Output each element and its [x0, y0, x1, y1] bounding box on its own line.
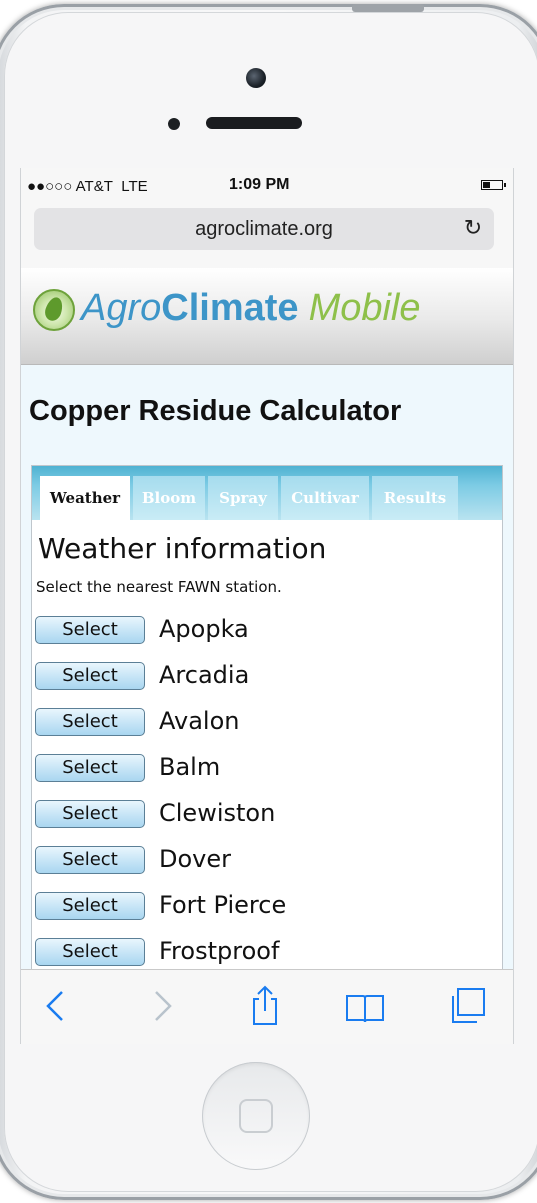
proximity-sensor — [168, 118, 180, 130]
station-name: Clewiston — [159, 799, 276, 827]
station-name: Fort Pierce — [159, 891, 287, 919]
calculator-panel: Weather Bloom Spray Cultivar Results Wea… — [31, 465, 503, 1044]
select-button[interactable]: Select — [35, 708, 145, 736]
back-icon[interactable] — [35, 984, 79, 1028]
tab-strip: Weather Bloom Spray Cultivar Results — [32, 466, 502, 520]
bookmarks-icon[interactable] — [343, 984, 387, 1028]
earpiece-speaker — [206, 117, 302, 129]
status-time: 1:09 PM — [229, 176, 290, 193]
browser-chrome: ●●○○○ AT&T LTE 1:09 PM agroclimate.org ↻ — [21, 168, 513, 268]
status-bar: ●●○○○ AT&T LTE 1:09 PM — [21, 168, 513, 204]
carrier-label: ●●○○○ AT&T — [27, 178, 113, 195]
network-label: LTE — [121, 178, 148, 195]
home-square-icon — [239, 1099, 273, 1133]
url-text[interactable]: agroclimate.org — [34, 218, 494, 241]
reload-icon[interactable]: ↻ — [462, 216, 484, 240]
tab-bloom[interactable]: Bloom — [133, 476, 205, 520]
power-button[interactable] — [352, 4, 424, 12]
home-button[interactable] — [202, 1062, 310, 1170]
browser-toolbar — [21, 969, 513, 1044]
share-icon[interactable] — [243, 984, 287, 1028]
station-name: Avalon — [159, 707, 240, 735]
select-button[interactable]: Select — [35, 846, 145, 874]
tab-spray[interactable]: Spray — [208, 476, 278, 520]
tab-weather[interactable]: Weather — [40, 476, 130, 520]
battery-icon — [481, 180, 506, 190]
station-name: Arcadia — [159, 661, 250, 689]
tab-cultivar[interactable]: Cultivar — [281, 476, 369, 520]
site-logo[interactable]: AgroClimate Mobile — [81, 284, 421, 332]
logo-agro: Agro — [81, 287, 162, 329]
front-camera-icon — [246, 68, 266, 88]
brand-header: AgroClimate Mobile — [21, 268, 513, 365]
select-button[interactable]: Select — [35, 938, 145, 966]
select-button[interactable]: Select — [35, 616, 145, 644]
station-name: Apopka — [159, 615, 249, 643]
phone-screen: ●●○○○ AT&T LTE 1:09 PM agroclimate.org ↻… — [20, 168, 514, 1044]
page-content: Copper Residue Calculator Weather Bloom … — [21, 365, 513, 1044]
tab-results[interactable]: Results — [372, 476, 458, 520]
tabs-icon[interactable] — [445, 984, 489, 1028]
station-name: Dover — [159, 845, 231, 873]
station-name: Balm — [159, 753, 221, 781]
section-heading: Weather information — [38, 532, 327, 565]
page-title: Copper Residue Calculator — [29, 395, 402, 427]
select-button[interactable]: Select — [35, 800, 145, 828]
carrier-signal: ●●○○○ AT&T LTE — [27, 178, 148, 195]
forward-icon[interactable] — [139, 984, 183, 1028]
select-button[interactable]: Select — [35, 662, 145, 690]
logo-mobile: Mobile — [308, 287, 421, 329]
url-bar[interactable]: agroclimate.org ↻ — [34, 208, 494, 250]
select-button[interactable]: Select — [35, 754, 145, 782]
section-instruction: Select the nearest FAWN station. — [36, 578, 282, 596]
logo-climate: Climate — [161, 287, 299, 329]
water-drop-logo-icon — [33, 289, 75, 331]
select-button[interactable]: Select — [35, 892, 145, 920]
station-name: Frostproof — [159, 937, 280, 965]
